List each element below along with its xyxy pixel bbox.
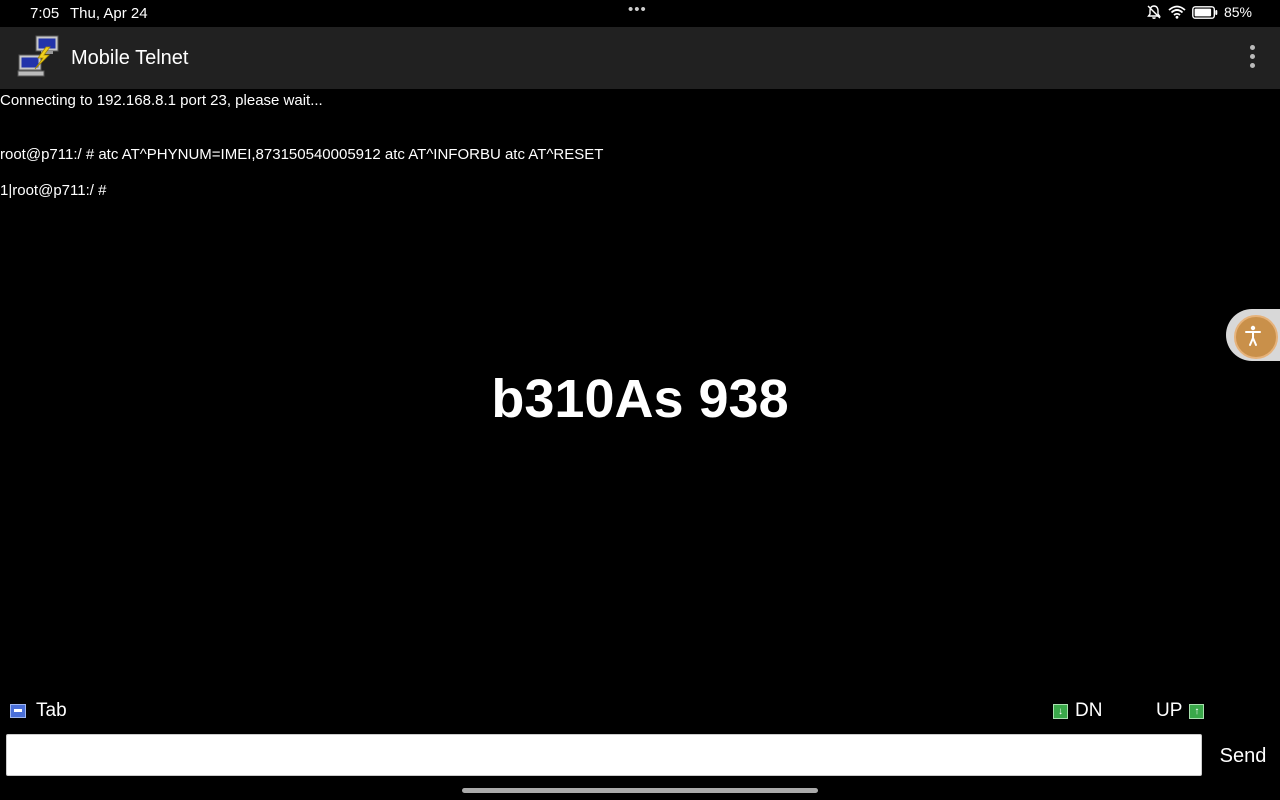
mute-bell-icon: [1147, 5, 1161, 19]
overflow-menu-icon[interactable]: [1246, 45, 1258, 71]
telnet-computers-icon: [17, 35, 59, 77]
status-bar: 7:05 Thu, Apr 24 ••• 85%: [0, 0, 1280, 27]
dn-key-label: DN: [1075, 700, 1103, 721]
terminal-line: root@p711:/ # atc AT^PHYNUM=IMEI,8731505…: [0, 146, 604, 163]
arrow-down-icon: ↓: [1053, 703, 1068, 719]
terminal-line: 1|root@p711:/ #: [0, 182, 107, 199]
terminal-line: Connecting to 192.168.8.1 port 23, pleas…: [0, 92, 323, 109]
accessibility-person-icon: [1245, 325, 1261, 346]
overlay-caption: b310As 938: [491, 369, 789, 429]
wifi-icon: [1168, 5, 1186, 19]
send-button[interactable]: Send: [1210, 734, 1276, 778]
app-bar: Mobile Telnet: [0, 27, 1280, 89]
tab-key-label: Tab: [36, 700, 67, 721]
status-time: 7:05: [30, 5, 60, 22]
command-input[interactable]: [6, 734, 1202, 776]
arrow-up-icon: ↑: [1189, 703, 1205, 719]
status-icons: 85%: [1146, 4, 1252, 20]
battery-icon: [1192, 5, 1218, 19]
up-key-label: UP: [1156, 700, 1183, 721]
app-title: Mobile Telnet: [71, 47, 189, 69]
multitask-dots-icon[interactable]: •••: [628, 1, 647, 18]
battery-percent: 85%: [1223, 4, 1252, 20]
status-date: Thu, Apr 24: [70, 5, 148, 22]
tab-arrow-icon: [10, 704, 26, 718]
gesture-nav-handle[interactable]: [462, 788, 818, 793]
accessibility-button[interactable]: [1226, 309, 1280, 361]
tab-key-button[interactable]: Tab: [10, 700, 67, 722]
dn-key-button[interactable]: ↓ DN: [1053, 700, 1102, 722]
up-key-button[interactable]: UP ↑: [1156, 700, 1205, 722]
